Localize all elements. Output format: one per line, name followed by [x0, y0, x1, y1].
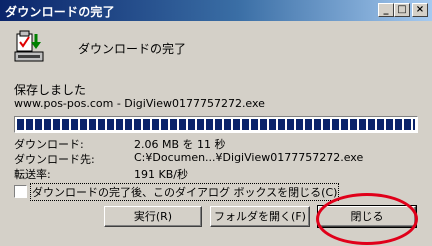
progress-fill	[17, 119, 415, 130]
downloaded-value: 2.06 MB を 11 秒	[134, 138, 226, 151]
window-title: ダウンロードの完了	[5, 5, 115, 19]
close-window-button[interactable]: ×	[412, 3, 428, 17]
transfer-rate-value: 191 KB/秒	[134, 168, 188, 181]
title-bar[interactable]: ダウンロードの完了 _ □ ×	[0, 0, 432, 21]
run-button[interactable]: 実行(R)	[104, 206, 202, 227]
open-folder-button[interactable]: フォルダを開く(F)	[210, 206, 310, 227]
transfer-rate-label: 転送率:	[14, 168, 51, 181]
file-name: www.pos-pos.com - DigiView0177757272.exe	[14, 97, 265, 110]
destination-label: ダウンロード先:	[14, 153, 95, 166]
status-text: 保存しました	[14, 83, 87, 97]
maximize-button[interactable]: □	[394, 3, 410, 17]
close-on-complete-checkbox[interactable]	[14, 185, 27, 198]
downloaded-label: ダウンロード:	[14, 138, 84, 151]
progress-bar	[14, 116, 418, 133]
download-complete-dialog: ダウンロードの完了 _ □ × ダウンロードの完了 保存しました www.pos…	[0, 0, 432, 246]
highlight-circle	[316, 193, 418, 245]
minimize-button[interactable]: _	[378, 3, 394, 17]
download-complete-icon	[14, 30, 44, 62]
destination-value: C:¥Documen...¥DigiView0177757272.exe	[134, 151, 364, 164]
close-on-complete-label[interactable]: ダウンロードの完了後、このダイアログ ボックスを閉じる(C)	[29, 183, 340, 201]
header-title: ダウンロードの完了	[78, 42, 187, 56]
